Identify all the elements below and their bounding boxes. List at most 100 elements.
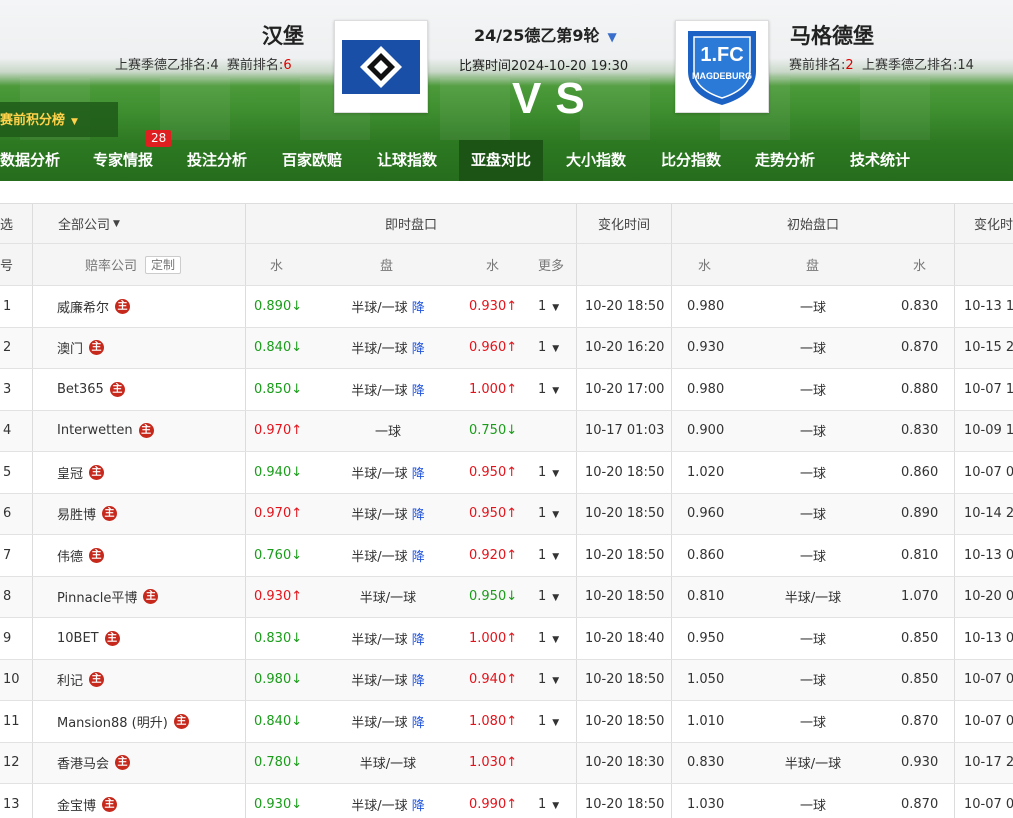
handicap-value[interactable]: 半球/一球 — [351, 546, 407, 565]
table-cell: 一球 — [330, 411, 446, 452]
change-time: 10-20 17:00 — [585, 381, 665, 397]
odds-water-value[interactable]: 0.780↓ — [254, 755, 302, 770]
select-header: 选 — [0, 218, 14, 233]
nav-tab-9[interactable]: 技术统计 — [850, 140, 910, 181]
odds-water-value[interactable]: 0.930↑ — [469, 299, 517, 314]
odds-water-value[interactable]: 0.850↓ — [254, 382, 302, 397]
more-dropdown[interactable]: 1 ▼ — [538, 382, 559, 397]
standings-button[interactable]: 赛前积分榜 ▼ — [0, 102, 118, 137]
more-dropdown[interactable]: 1 ▼ — [538, 714, 559, 729]
away-team-name[interactable]: 马格德堡 — [790, 20, 874, 50]
change-time: 10-20 16:20 — [585, 340, 665, 356]
handicap-value[interactable]: 半球/一球 — [351, 504, 407, 523]
table-cell: 一球 — [760, 452, 866, 493]
odds-water-value[interactable]: 0.840↓ — [254, 340, 302, 355]
handicap-value[interactable]: 半球/一球 — [351, 297, 407, 316]
match-round[interactable]: 24/25德乙第9轮 ▼ — [474, 22, 617, 46]
odds-water-value[interactable]: 0.920↑ — [469, 548, 517, 563]
nav-tab-3[interactable]: 百家欧赔 — [282, 140, 342, 181]
company-name[interactable]: 易胜博 — [57, 504, 96, 523]
nav-tab-4[interactable]: 让球指数 — [377, 140, 437, 181]
initial-handicap: 一球 — [799, 383, 826, 399]
table-cell: 1.080↑ — [469, 701, 531, 742]
table-cell: 金宝博主 — [57, 784, 245, 818]
odds-water-value[interactable]: 0.830↓ — [254, 631, 302, 646]
chevron-down-icon[interactable]: ▼ — [608, 30, 617, 44]
handicap-value[interactable]: 一球 — [375, 421, 401, 440]
company-name[interactable]: 金宝博 — [57, 795, 96, 814]
company-name[interactable]: 伟德 — [57, 546, 83, 565]
more-dropdown[interactable]: 1 ▼ — [538, 631, 559, 646]
nav-tab-2[interactable]: 投注分析 — [187, 140, 247, 181]
more-count: 1 — [538, 340, 547, 356]
company-name[interactable]: Pinnacle平博 — [57, 587, 137, 606]
odds-water-value[interactable]: 0.950↑ — [469, 506, 517, 521]
table-cell: 10-20 18:50 — [585, 577, 671, 618]
odds-water-value[interactable]: 0.940↑ — [469, 672, 517, 687]
more-dropdown[interactable]: 1 ▼ — [538, 465, 559, 480]
odds-water-value[interactable]: 0.960↑ — [469, 340, 517, 355]
initial-water1: 0.830 — [687, 755, 725, 771]
handicap-value[interactable]: 半球/一球 — [351, 712, 407, 731]
odds-water-value[interactable]: 0.750↓ — [469, 423, 517, 438]
more-dropdown[interactable]: 1 ▼ — [538, 506, 559, 521]
company-name[interactable]: Interwetten — [57, 423, 133, 438]
odds-water-value[interactable]: 0.890↓ — [254, 299, 302, 314]
company-name[interactable]: 10BET — [57, 631, 99, 646]
handicap-value[interactable]: 半球/一球 — [351, 670, 407, 689]
nav-tab-8[interactable]: 走势分析 — [755, 140, 815, 181]
more-count: 1 — [538, 381, 547, 397]
company-name[interactable]: Bet365 — [57, 382, 104, 397]
more-dropdown[interactable]: 1 ▼ — [538, 589, 559, 604]
table-cell: 10-20 18:50 — [585, 535, 671, 576]
more-dropdown[interactable]: 1 ▼ — [538, 672, 559, 687]
odds-water-value[interactable]: 0.840↓ — [254, 714, 302, 729]
company-name[interactable]: 威廉希尔 — [57, 297, 109, 316]
home-team-logo[interactable] — [334, 20, 428, 113]
handicap-value[interactable]: 半球/一球 — [360, 587, 416, 606]
handicap-value[interactable]: 半球/一球 — [351, 380, 407, 399]
nav-tab-6[interactable]: 大小指数 — [566, 140, 626, 181]
odds-water-value[interactable]: 0.940↓ — [254, 465, 302, 480]
company-name[interactable]: 利记 — [57, 670, 83, 689]
initial-handicap: 一球 — [799, 466, 826, 482]
table-cell: 1 ▼ — [538, 452, 574, 493]
more-dropdown[interactable]: 1 ▼ — [538, 299, 559, 314]
company-name[interactable]: 澳门 — [57, 338, 83, 357]
company-name[interactable]: 香港马会 — [57, 753, 109, 772]
table-row: 8 Pinnacle平博主 0.930↑ 半球/一球 0.950↓ 1 ▼ 10-20 18:… — [0, 576, 1013, 618]
nav-tab-5[interactable]: 亚盘对比 — [459, 140, 544, 181]
odds-water-value[interactable]: 1.080↑ — [469, 714, 517, 729]
handicap-value[interactable]: 半球/一球 — [360, 753, 416, 772]
odds-water-value[interactable]: 0.970↑ — [254, 506, 302, 521]
nav-tab-7[interactable]: 比分指数 — [661, 140, 721, 181]
nav-tab-1[interactable]: 专家情报 — [93, 140, 153, 181]
away-team-logo[interactable]: 1.FC MAGDEBURG — [675, 20, 769, 113]
more-dropdown[interactable]: 1 ▼ — [538, 797, 559, 812]
odds-water-value[interactable]: 0.990↑ — [469, 797, 517, 812]
odds-water-value[interactable]: 0.930↑ — [254, 589, 302, 604]
company-name[interactable]: 皇冠 — [57, 463, 83, 482]
odds-water-value[interactable]: 1.000↑ — [469, 382, 517, 397]
handicap-value[interactable]: 半球/一球 — [351, 463, 407, 482]
water1-header: 水 — [270, 259, 284, 274]
handicap-value[interactable]: 半球/一球 — [351, 629, 407, 648]
odds-water-value[interactable]: 0.980↓ — [254, 672, 302, 687]
company-name[interactable]: Mansion88 (明升) — [57, 712, 168, 731]
company-filter-dropdown[interactable]: 全部公司 ▼ — [58, 204, 238, 243]
more-dropdown[interactable]: 1 ▼ — [538, 548, 559, 563]
table-cell: 0.840↓ — [254, 701, 324, 742]
odds-water-value[interactable]: 1.000↑ — [469, 631, 517, 646]
more-dropdown[interactable]: 1 ▼ — [538, 340, 559, 355]
odds-water-value[interactable]: 0.930↓ — [254, 797, 302, 812]
odds-water-value[interactable]: 0.760↓ — [254, 548, 302, 563]
odds-water-value[interactable]: 0.950↑ — [469, 465, 517, 480]
handicap-value[interactable]: 半球/一球 — [351, 338, 407, 357]
home-team-name[interactable]: 汉堡 — [262, 20, 304, 50]
nav-tab-0[interactable]: 数据分析 — [0, 140, 60, 181]
odds-water-value[interactable]: 0.950↓ — [469, 589, 517, 604]
odds-water-value[interactable]: 1.030↑ — [469, 755, 517, 770]
handicap-value[interactable]: 半球/一球 — [351, 795, 407, 814]
custom-button[interactable]: 定制 — [145, 255, 182, 274]
odds-water-value[interactable]: 0.970↑ — [254, 423, 302, 438]
